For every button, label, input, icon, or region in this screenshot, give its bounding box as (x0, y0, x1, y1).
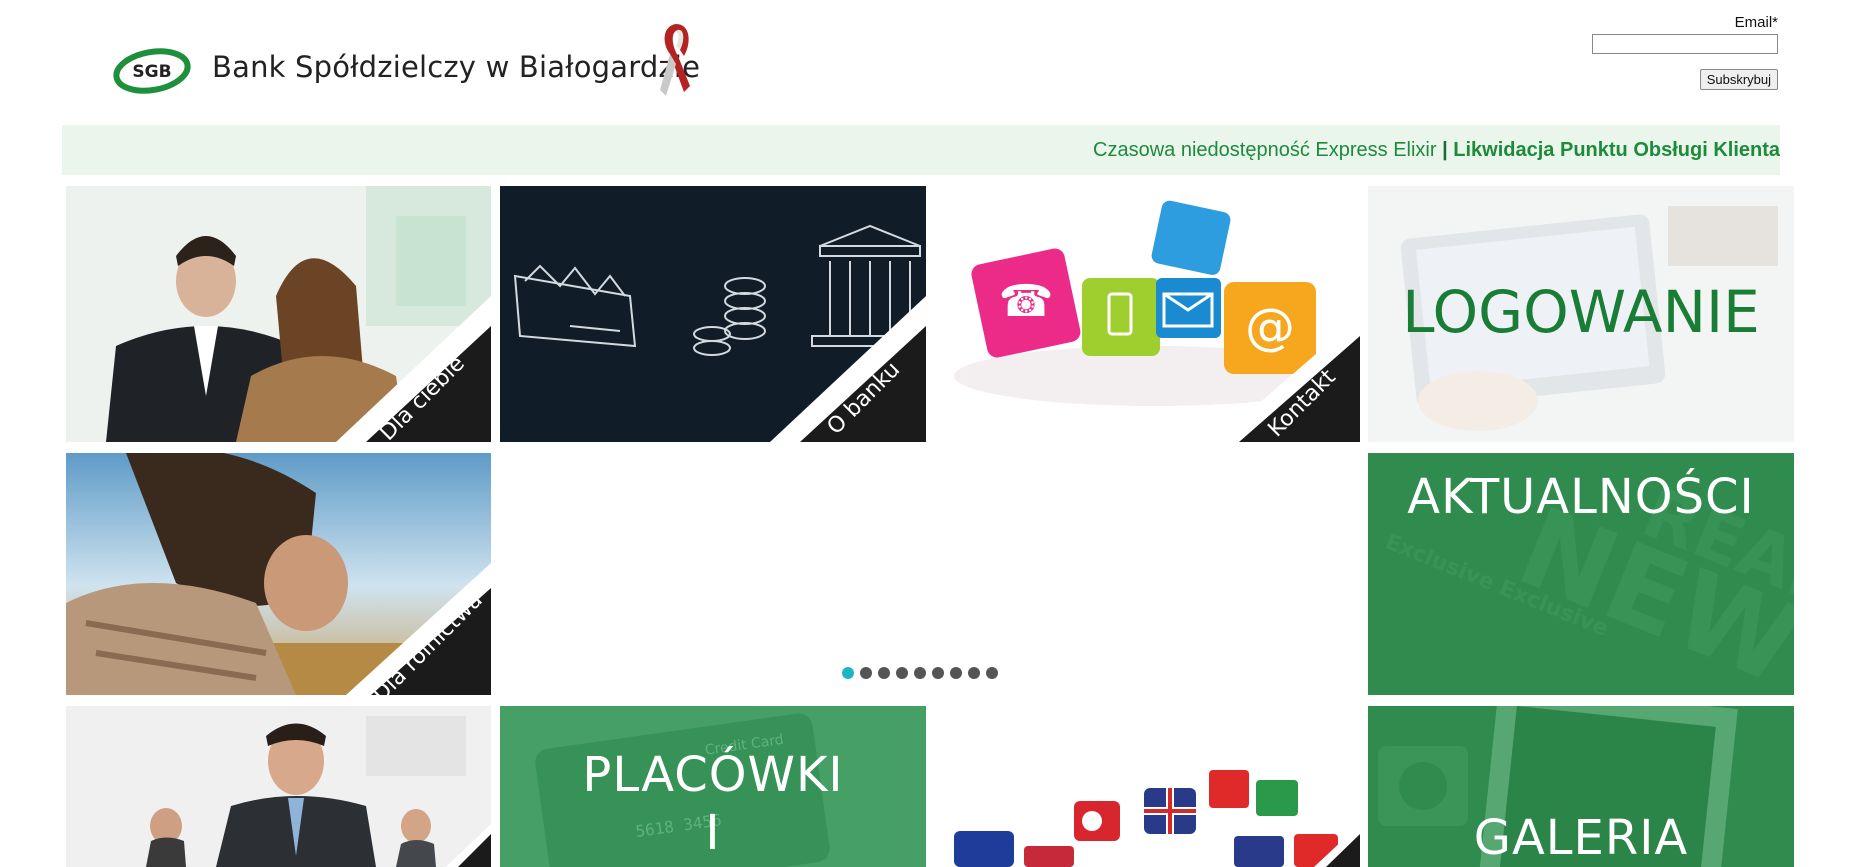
svg-text:@: @ (1245, 298, 1295, 356)
news-ticker: Czasowa niedostępność Express Elixir | L… (62, 125, 1780, 175)
ribbon-icon (654, 20, 696, 102)
ticker-item-express-elixir[interactable]: Czasowa niedostępność Express Elixir (1093, 139, 1437, 161)
slider-dot[interactable] (842, 667, 854, 679)
tile-title-galeria: GALERIA (1473, 810, 1689, 866)
ticker-text: Czasowa niedostępność Express Elixir | L… (1093, 125, 1780, 175)
tile-kontakt[interactable]: ☎ @ Kontakt (934, 186, 1360, 442)
tile-title-placowki-line1: PLACÓWKI (582, 747, 844, 803)
slider-dot[interactable] (932, 667, 944, 679)
tile-title-aktualnosci: AKTUALNOŚCI (1407, 469, 1755, 525)
slider-dot[interactable] (914, 667, 926, 679)
slider-dot[interactable] (950, 667, 962, 679)
email-input[interactable] (1592, 34, 1778, 54)
tile-o-banku[interactable]: O banku (500, 186, 926, 442)
svg-text:☎: ☎ (999, 276, 1054, 327)
tile-title-placowki-line2: I (705, 805, 721, 861)
slider-pagination (842, 666, 1004, 680)
site-header: SGB Bank Spółdzielczy w Białogardzie Ema… (0, 0, 1856, 125)
tile-aktualnosci[interactable]: NEW Exclusive Exclusive REAK AKTUALNOŚCI (1368, 453, 1794, 695)
tile-dla-firm[interactable] (66, 706, 491, 867)
ticker-separator: | (1442, 139, 1448, 161)
newsletter-form: Email* Subskrybuj (1558, 14, 1778, 90)
slider-dot[interactable] (968, 667, 980, 679)
tile-dla-ciebie[interactable]: Dla ciebie (66, 186, 491, 442)
ticker-item-likwidacja[interactable]: Likwidacja Punktu Obsługi Klienta (1453, 139, 1780, 161)
slider-dot[interactable] (986, 667, 998, 679)
slider-dot[interactable] (896, 667, 908, 679)
email-label: Email* (1734, 14, 1778, 31)
slider-dot[interactable] (878, 667, 890, 679)
slider-dot[interactable] (860, 667, 872, 679)
tile-waluty[interactable] (934, 706, 1360, 867)
logo-text: SGB (132, 62, 171, 82)
tile-galeria[interactable]: GALERIA (1368, 706, 1794, 867)
bank-name: Bank Spółdzielczy w Białogardzie (212, 50, 701, 84)
tile-title-placowki: PLACÓWKI I (500, 746, 926, 862)
tile-logowanie[interactable]: LOGOWANIE (1368, 186, 1794, 442)
tile-dla-rolnictwa[interactable]: Dla rolnictwa (66, 453, 491, 695)
tile-placowki[interactable]: Credit Card 5618 3456 PLACÓWKI I (500, 706, 926, 867)
tile-title-logowanie: LOGOWANIE (1402, 278, 1760, 346)
subscribe-button[interactable]: Subskrybuj (1699, 69, 1778, 90)
sgb-logo[interactable]: SGB (112, 44, 192, 98)
